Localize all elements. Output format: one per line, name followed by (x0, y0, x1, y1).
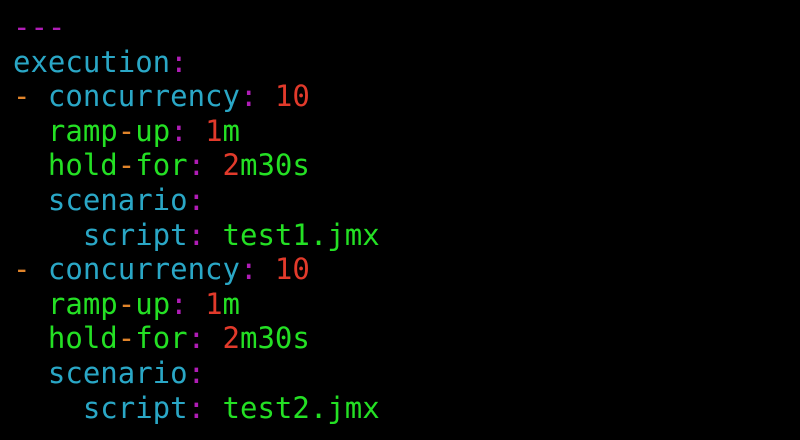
code-token: 2 (222, 321, 241, 356)
code-token: test2.jmx (222, 390, 380, 425)
code-token: - (117, 148, 136, 183)
code-token: script (82, 217, 188, 252)
code-token: - (13, 79, 48, 114)
code-line: hold-for: 2m30s (13, 321, 380, 356)
code-token: : (170, 113, 206, 148)
code-token: scenario (47, 355, 188, 390)
code-token: m (222, 286, 241, 321)
code-token: - (117, 113, 136, 148)
code-line: - concurrency: 10 (13, 252, 380, 287)
code-line: scenario: (13, 356, 380, 391)
code-line: --- (13, 10, 380, 45)
code-token: : (187, 148, 223, 183)
code-token: - (117, 286, 136, 321)
code-token: : (239, 252, 275, 287)
code-token: hold (47, 321, 118, 356)
terminal-window: --- execution: - concurrency: 10 ramp-up: … (0, 0, 800, 440)
code-token: hold (47, 148, 118, 183)
code-line: - concurrency: 10 (13, 79, 380, 114)
code-line: scenario: (13, 183, 380, 218)
code-token: up (135, 113, 171, 148)
code-token: : (170, 44, 188, 79)
code-token: ramp (47, 113, 118, 148)
code-token: : (187, 321, 223, 356)
code-token: : (187, 217, 223, 252)
code-line: execution: (13, 45, 380, 80)
code-token: concurrency (47, 79, 240, 114)
code-line: ramp-up: 1m (13, 114, 380, 149)
code-token: m30s (240, 148, 310, 183)
code-token: 10 (274, 79, 310, 114)
code-token: concurrency (47, 252, 240, 287)
code-token: m (222, 113, 241, 148)
code-token: ramp (47, 286, 118, 321)
code-token: m30s (240, 321, 310, 356)
code-token: : (187, 182, 206, 217)
code-token: for (135, 321, 188, 356)
code-token: scenario (47, 182, 188, 217)
code-token: --- (13, 10, 66, 44)
yaml-code-block[interactable]: --- execution: - concurrency: 10 ramp-up: … (13, 10, 380, 425)
code-token: script (82, 390, 188, 425)
code-line: script: test1.jmx (13, 218, 380, 253)
code-token: 10 (274, 252, 310, 287)
code-token: 1 (205, 113, 223, 148)
code-token: : (187, 390, 223, 425)
code-line: script: test2.jmx (13, 391, 380, 426)
code-token: 2 (222, 148, 241, 183)
code-token: test1.jmx (222, 217, 380, 252)
code-token: execution (13, 44, 171, 79)
code-line: ramp-up: 1m (13, 287, 380, 322)
code-token: : (239, 79, 275, 114)
code-line: hold-for: 2m30s (13, 148, 380, 183)
code-token: - (117, 321, 136, 356)
code-token: 1 (205, 286, 223, 321)
code-token: : (170, 286, 206, 321)
code-token: for (135, 148, 188, 183)
code-token: - (13, 252, 48, 287)
code-token: : (187, 355, 206, 390)
code-token: up (135, 286, 171, 321)
